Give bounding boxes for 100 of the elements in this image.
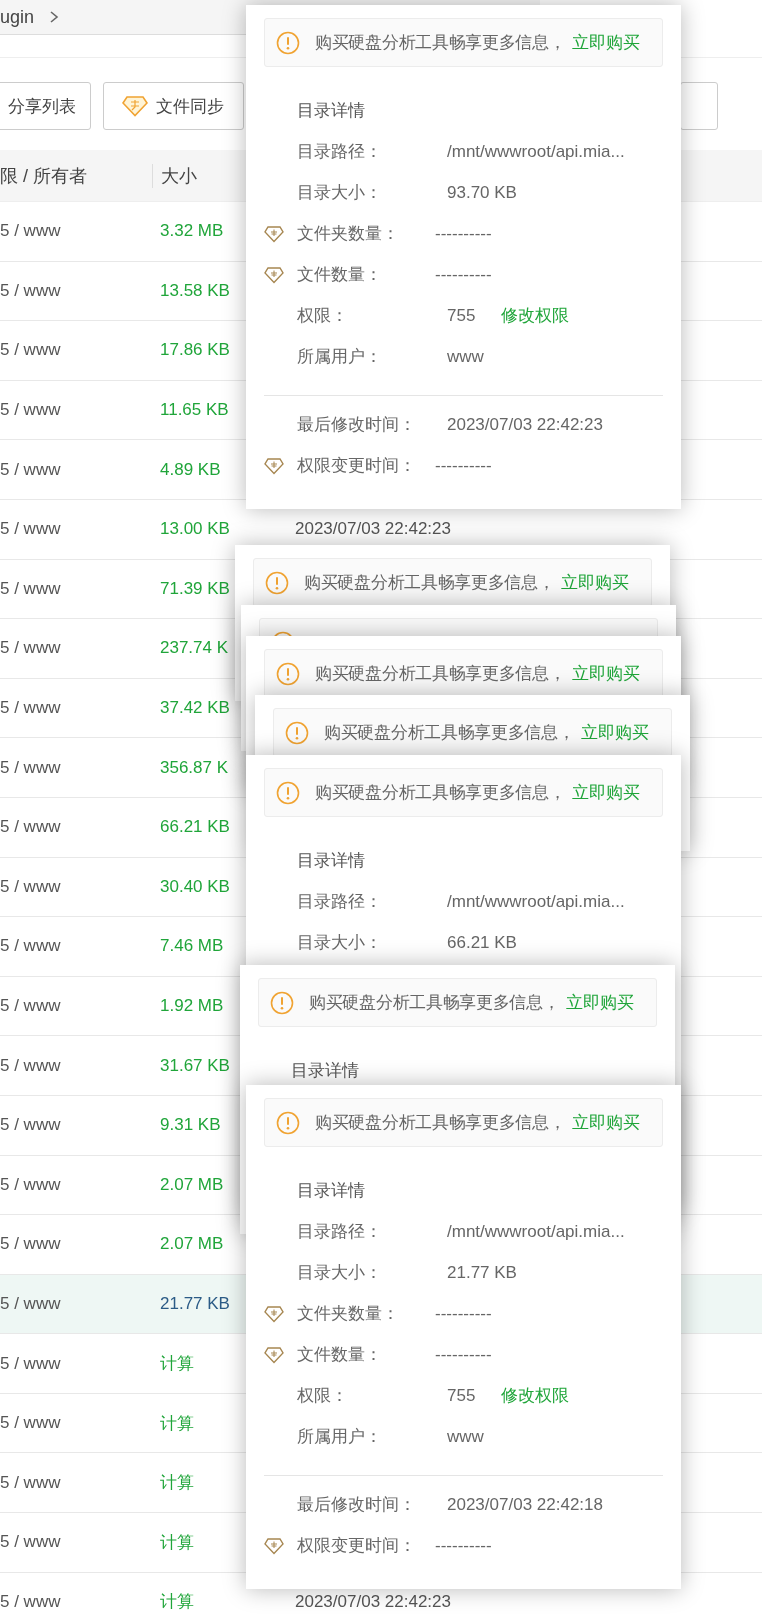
field-value: /mnt/wwwroot/api.mia...	[447, 1221, 625, 1242]
edit-permission-link[interactable]: 修改权限	[501, 304, 570, 327]
buy-now-link[interactable]: 立即购买	[571, 31, 640, 54]
table-cell: 5 / www	[0, 996, 61, 1015]
table-cell: 5 / www	[0, 1413, 61, 1433]
toolbar-button[interactable]: 分享列表	[0, 82, 91, 130]
field-value: www	[447, 346, 484, 367]
table-cell: 计算	[160, 1413, 194, 1433]
column-header[interactable]: 限 / 所有者	[0, 163, 153, 188]
field-value: 21.77 KB	[447, 1262, 517, 1283]
section-title: 目录详情	[297, 850, 365, 872]
table-cell: 5 / www	[0, 221, 61, 241]
buy-now-link[interactable]: 立即购买	[571, 1111, 640, 1134]
table-cell: 13.00 KB	[160, 519, 230, 539]
warning-icon	[276, 1110, 300, 1135]
table-cell: 1.92 MB	[160, 996, 224, 1015]
section-title: 目录详情	[297, 1180, 365, 1202]
table-cell: 5 / www	[0, 876, 61, 896]
table-cell: 5 / www	[0, 1472, 61, 1492]
table-cell: 21.77 KB	[160, 1294, 230, 1313]
table-cell: 4.89 KB	[160, 459, 221, 479]
field-value: ----------	[435, 264, 492, 285]
table-cell: 2.07 MB	[160, 1174, 224, 1194]
table-cell: 2023/07/03 22:42:23	[295, 519, 451, 540]
field-label: 目录路径：	[297, 891, 383, 913]
table-cell: 13.58 KB	[160, 280, 230, 300]
table-cell: 2023/07/03 22:42:23	[295, 1591, 451, 1612]
section-title: 目录详情	[291, 1060, 359, 1082]
table-cell: 5 / www	[0, 280, 61, 300]
field-label: 目录大小：	[297, 1262, 383, 1284]
warning-icon	[276, 661, 300, 686]
section-title: 目录详情	[297, 100, 365, 122]
buy-now-link[interactable]: 立即购买	[560, 571, 629, 594]
edit-permission-link[interactable]: 修改权限	[501, 1384, 570, 1407]
field-value: ----------	[435, 223, 492, 244]
field-label: 所属用户：	[297, 1426, 383, 1448]
field-label: 权限：	[297, 305, 349, 327]
table-cell: 5 / www	[0, 1294, 61, 1313]
warning-icon	[265, 570, 289, 595]
table-cell: 5 / www	[0, 400, 61, 420]
buy-now-link[interactable]: 立即购买	[571, 662, 640, 685]
field-value: 93.70 KB	[447, 182, 517, 203]
toolbar-button[interactable]: 文件同步	[103, 82, 244, 130]
notice-text: 购买硬盘分析工具畅享更多信息，	[324, 722, 575, 744]
table-cell: 9.31 KB	[160, 1115, 221, 1135]
field-label: 目录大小：	[297, 182, 383, 204]
field-value: 755	[447, 305, 476, 326]
field-value: ----------	[435, 1303, 492, 1324]
table-cell: 237.74 K	[160, 638, 229, 658]
field-value: www	[447, 1426, 484, 1447]
field-label: 所属用户：	[297, 346, 383, 368]
warning-icon	[276, 30, 300, 55]
table-cell: 5 / www	[0, 757, 61, 777]
buy-now-link[interactable]: 立即购买	[565, 991, 634, 1014]
toolbar-button[interactable]	[680, 82, 718, 130]
field-label: 最后修改时间：	[297, 1494, 417, 1516]
field-label: 目录大小：	[297, 932, 383, 954]
table-cell: 5 / www	[0, 340, 61, 360]
table-cell: 66.21 KB	[160, 817, 230, 837]
field-value: /mnt/wwwroot/api.mia...	[447, 891, 625, 912]
field-value: ----------	[435, 455, 492, 476]
field-label: 权限：	[297, 1385, 349, 1407]
table-cell: 计算	[160, 1592, 194, 1612]
table-cell: 计算	[160, 1532, 194, 1552]
table-cell: 计算	[160, 1473, 194, 1493]
table-cell: 5 / www	[0, 578, 61, 598]
column-header[interactable]: 大小	[153, 163, 197, 188]
table-cell: 3.32 MB	[160, 221, 224, 241]
diamond-icon	[122, 95, 148, 117]
breadcrumb-item[interactable]: ugin	[0, 6, 35, 28]
chevron-right-icon	[48, 10, 61, 24]
table-cell: 7.46 MB	[160, 936, 224, 956]
table-cell: 5 / www	[0, 1234, 61, 1254]
table-cell: 5 / www	[0, 817, 61, 837]
field-value: ----------	[435, 1535, 492, 1556]
notice-text: 购买硬盘分析工具畅享更多信息，	[315, 1112, 566, 1134]
field-value: 755	[447, 1385, 476, 1406]
notice-text: 购买硬盘分析工具畅享更多信息，	[315, 663, 566, 685]
warning-icon	[270, 990, 294, 1015]
table-cell: 5 / www	[0, 638, 61, 658]
field-value: 2023/07/03 22:42:23	[447, 414, 603, 435]
notice-text: 购买硬盘分析工具畅享更多信息，	[315, 782, 566, 804]
table-cell: 5 / www	[0, 936, 61, 956]
notice-text: 购买硬盘分析工具畅享更多信息，	[315, 32, 566, 54]
table-cell: 5 / www	[0, 1174, 61, 1194]
buy-now-link[interactable]: 立即购买	[571, 781, 640, 804]
warning-icon	[276, 780, 300, 805]
warning-icon	[285, 720, 309, 745]
field-value: ----------	[435, 1344, 492, 1365]
table-cell: 5 / www	[0, 1055, 61, 1075]
field-value: /mnt/wwwroot/api.mia...	[447, 141, 625, 162]
table-cell: 30.40 KB	[160, 876, 230, 896]
field-value: 2023/07/03 22:42:18	[447, 1494, 603, 1515]
table-cell: 计算	[160, 1354, 194, 1374]
notice-text: 购买硬盘分析工具畅享更多信息，	[304, 572, 555, 594]
table-cell: 2.07 MB	[160, 1234, 224, 1254]
table-cell: 5 / www	[0, 1353, 61, 1373]
field-value: 66.21 KB	[447, 932, 517, 953]
buy-now-link[interactable]: 立即购买	[580, 721, 649, 744]
table-cell: 37.42 KB	[160, 698, 230, 718]
